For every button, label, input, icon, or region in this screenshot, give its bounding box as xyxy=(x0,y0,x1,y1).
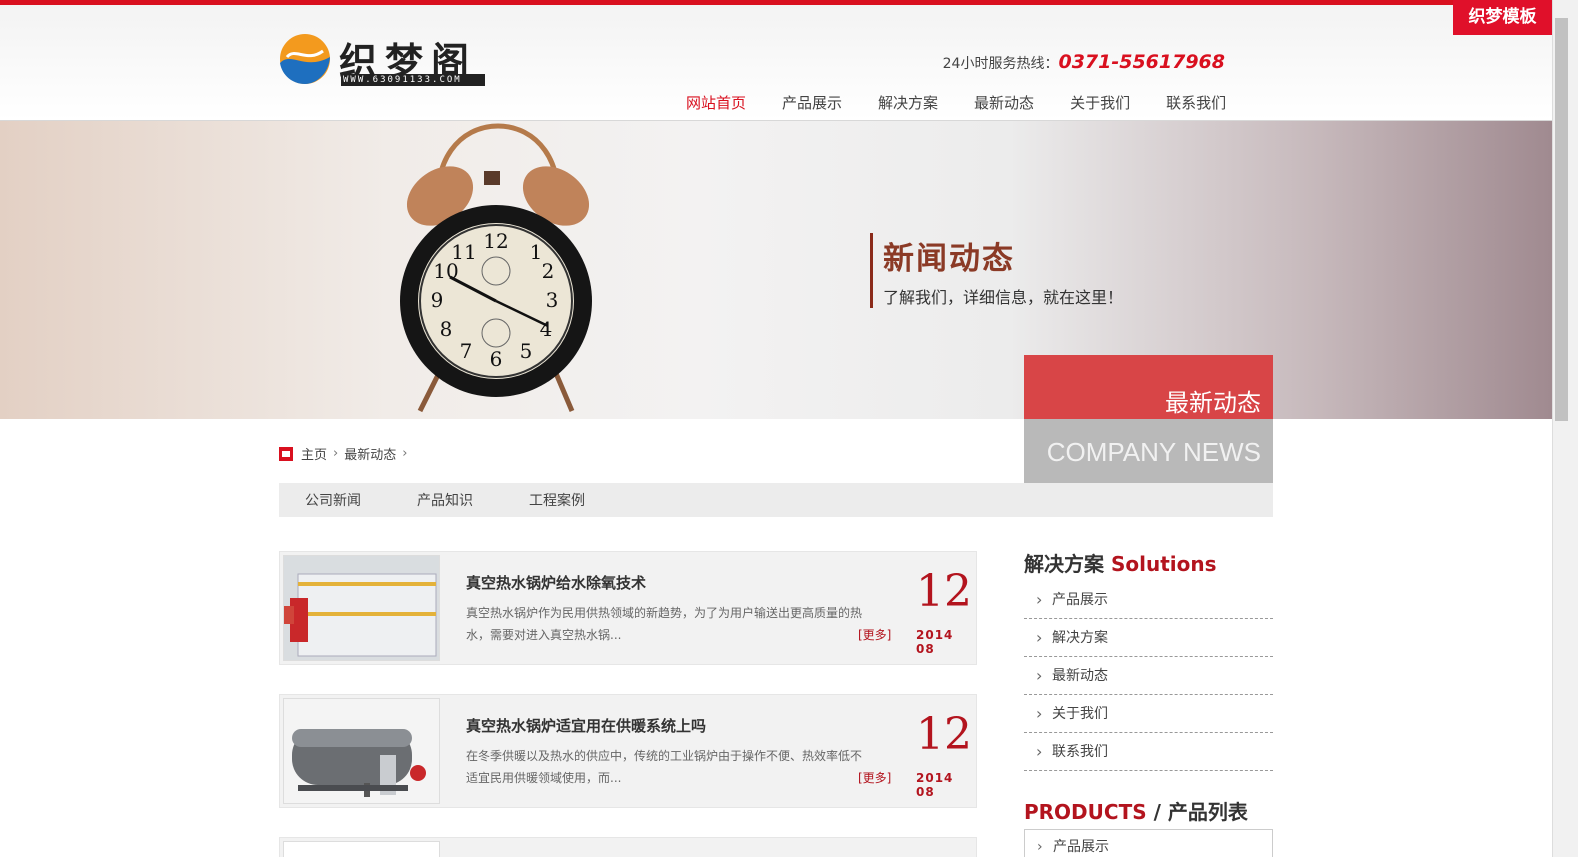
news-desc: 在冬季供暖以及热水的供应中，传统的工业锅炉由于操作不便、热效率低不适宜民用供暖领… xyxy=(466,749,863,785)
news-thumbnail[interactable] xyxy=(283,698,440,804)
news-thumbnail[interactable] xyxy=(283,841,440,857)
chevron-right-icon: › xyxy=(402,446,408,461)
breadcrumb-home[interactable]: 主页 xyxy=(301,444,327,463)
nav-item-about[interactable]: 关于我们 xyxy=(1052,86,1148,126)
sidebar-item-about[interactable]: 关于我们 xyxy=(1024,695,1273,733)
subnav-item-company-news[interactable]: 公司新闻 xyxy=(305,490,361,510)
nav-item-home[interactable]: 网站首页 xyxy=(668,86,765,126)
news-day: 12 xyxy=(916,566,972,617)
svg-text:2: 2 xyxy=(542,259,555,283)
nav-item-contact[interactable]: 联系我们 xyxy=(1148,86,1244,126)
products-heading-cn: / 产品列表 xyxy=(1153,800,1248,824)
nav-item-products[interactable]: 产品展示 xyxy=(764,86,860,126)
svg-text:9: 9 xyxy=(431,288,444,312)
banner-title: 新闻动态 xyxy=(883,241,1015,277)
svg-text:1: 1 xyxy=(530,240,543,264)
news-item[interactable]: 真空热水锅炉适宜用在供暖系统上吗 在冬季供暖以及热水的供应中，传统的工业锅炉由于… xyxy=(279,694,977,808)
category-title-en: COMPANY NEWS xyxy=(1024,419,1273,483)
breadcrumb: 主页 › 最新动态 › xyxy=(279,444,413,463)
vertical-scrollbar[interactable] xyxy=(1552,0,1578,857)
hotline-label: 24小时服务热线： xyxy=(942,56,1059,72)
news-more-link[interactable]: [更多] xyxy=(858,626,891,643)
products-list: 产品展示 xyxy=(1024,829,1273,857)
subnav-item-product-knowledge[interactable]: 产品知识 xyxy=(417,490,473,510)
hotline: 24小时服务热线：0371-55617968 xyxy=(943,51,1225,73)
svg-text:12: 12 xyxy=(483,229,508,253)
svg-text:11: 11 xyxy=(451,240,476,264)
news-year-month: 2014 08 xyxy=(916,771,954,799)
nav-item-news[interactable]: 最新动态 xyxy=(956,86,1052,126)
breadcrumb-current[interactable]: 最新动态 xyxy=(344,444,396,463)
alarm-clock-image: 12 12 345 678 91011 xyxy=(400,123,592,413)
sidebar-item-products[interactable]: 产品展示 xyxy=(1024,581,1273,619)
svg-text:5: 5 xyxy=(520,339,533,363)
products-heading: PRODUCTS / 产品列表 xyxy=(1024,796,1248,825)
solutions-heading: 解决方案 Solutions xyxy=(1024,548,1217,577)
solutions-heading-en: Solutions xyxy=(1110,552,1217,576)
sub-nav: 公司新闻 产品知识 工程案例 xyxy=(279,483,1273,517)
hotline-number: 0371-55617968 xyxy=(1058,51,1225,73)
scrollbar-thumb[interactable] xyxy=(1555,18,1568,421)
site-logo[interactable]: 织梦阁 WWW.63091133.COM xyxy=(279,33,489,89)
news-desc: 真空热水锅炉作为民用供热领域的新趋势，为了为用户输送出更高质量的热水，需要对进入… xyxy=(466,606,863,642)
news-title[interactable]: 真空热水锅炉适宜用在供暖系统上吗 xyxy=(466,715,706,736)
boiler-image xyxy=(284,699,439,803)
news-item[interactable]: 真空热水锅炉给水除氧技术 真空热水锅炉作为民用供热领域的新趋势，为了为用户输送出… xyxy=(279,551,977,665)
sidebar-item-news[interactable]: 最新动态 xyxy=(1024,657,1273,695)
category-box: 最新动态 COMPANY NEWS xyxy=(1024,355,1273,483)
news-thumbnail[interactable] xyxy=(283,555,440,661)
boiler-image xyxy=(284,556,439,660)
sidebar-item-contact[interactable]: 联系我们 xyxy=(1024,733,1273,771)
solutions-list: 产品展示 解决方案 最新动态 关于我们 联系我们 xyxy=(1024,581,1273,771)
site-header: 织梦阁 WWW.63091133.COM 24小时服务热线：0371-55617… xyxy=(0,5,1552,126)
products-heading-en: PRODUCTS xyxy=(1024,800,1147,824)
brand-tag[interactable]: 织梦模板 xyxy=(1453,0,1552,35)
home-icon xyxy=(279,446,293,461)
solutions-heading-cn: 解决方案 xyxy=(1024,552,1104,576)
main-nav: 网站首页 产品展示 解决方案 最新动态 关于我们 联系我们 xyxy=(668,86,1244,126)
category-title-cn: 最新动态 xyxy=(1024,355,1273,419)
news-year-month: 2014 08 xyxy=(916,628,954,656)
svg-text:4: 4 xyxy=(540,317,553,341)
page-banner: 12 1 2 345 678 9 10 11 新闻动态 了解我们，详细信息，就在这里！ xyxy=(0,121,1552,419)
news-more-link[interactable]: [更多] xyxy=(858,769,891,786)
logo-url: WWW.63091133.COM xyxy=(341,74,485,86)
svg-text:6: 6 xyxy=(490,347,503,371)
logo-mark-icon xyxy=(280,34,330,84)
chevron-right-icon: › xyxy=(333,446,339,461)
svg-text:8: 8 xyxy=(440,317,453,341)
news-title[interactable]: 真空热水锅炉给水除氧技术 xyxy=(466,572,646,593)
subnav-item-engineering-cases[interactable]: 工程案例 xyxy=(529,490,585,510)
svg-text:7: 7 xyxy=(460,339,473,363)
svg-text:3: 3 xyxy=(546,288,559,312)
nav-item-solutions[interactable]: 解决方案 xyxy=(860,86,956,126)
banner-heading: 新闻动态 了解我们，详细信息，就在这里！ xyxy=(870,233,1123,308)
product-item[interactable]: 产品展示 xyxy=(1025,830,1272,857)
news-day: 12 xyxy=(916,709,972,760)
news-item[interactable] xyxy=(279,837,977,857)
sidebar-item-solutions[interactable]: 解决方案 xyxy=(1024,619,1273,657)
banner-subtitle: 了解我们，详细信息，就在这里！ xyxy=(883,288,1124,307)
